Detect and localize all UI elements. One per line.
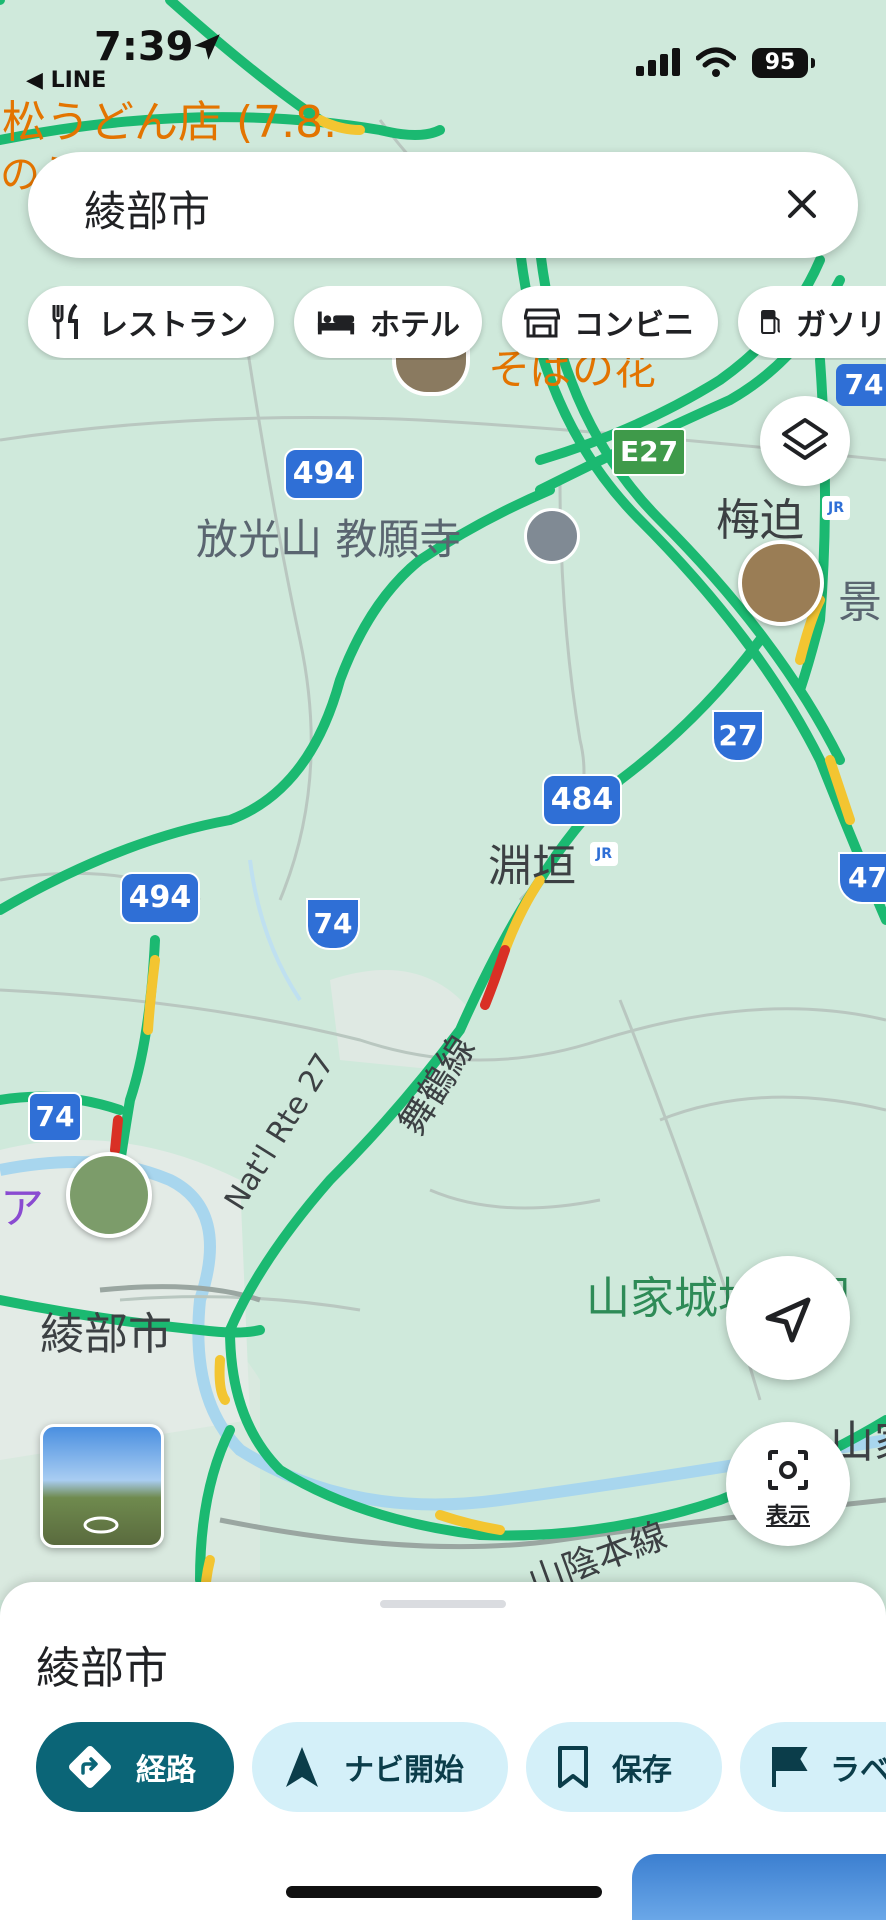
- camera-lens-icon: [768, 1450, 808, 1490]
- battery-indicator: 95: [752, 48, 815, 78]
- convenience-store-icon: [524, 308, 560, 338]
- route-shield-494: 494: [120, 872, 200, 924]
- temple-label[interactable]: 放光山 教願寺: [196, 506, 461, 567]
- location-arrow-icon: [194, 34, 220, 60]
- map-layers-button[interactable]: [760, 396, 850, 486]
- street-view-thumbnail[interactable]: [40, 1424, 164, 1548]
- lens-show-button[interactable]: 表示: [726, 1422, 850, 1546]
- search-bar[interactable]: 綾部市: [28, 152, 858, 258]
- chip-label: レストラン: [98, 308, 248, 343]
- rotate-360-icon: [83, 1516, 119, 1534]
- chip-label: ガソリン: [796, 308, 886, 343]
- hotel-icon: [317, 311, 355, 335]
- poi-photo-pin[interactable]: [66, 1152, 152, 1238]
- category-chips: レストラン ホテル コンビニ ガソリン: [0, 286, 886, 360]
- search-input[interactable]: 綾部市: [84, 178, 210, 239]
- flag-icon: [772, 1747, 808, 1787]
- route-shield-478: 478: [838, 852, 886, 904]
- route-shield-494: 494: [284, 448, 364, 500]
- label-button[interactable]: ラベル: [740, 1722, 886, 1812]
- route-shield-74: 74: [28, 1092, 82, 1142]
- start-navigation-button[interactable]: ナビ開始: [252, 1722, 508, 1812]
- city-label-ayabe[interactable]: 綾部市: [40, 1298, 172, 1362]
- map-label-partial: 松うどん店 (7.8.: [2, 97, 338, 148]
- chip-hotel[interactable]: ホテル: [294, 286, 482, 358]
- chip-label: ホテル: [370, 308, 460, 343]
- jr-station-icon: JR: [822, 496, 850, 520]
- wifi-icon: [696, 47, 736, 77]
- label-label: ラベル: [830, 1753, 886, 1788]
- show-button-label: 表示: [765, 1504, 810, 1529]
- location-arrow-icon: [765, 1297, 811, 1343]
- chip-convenience-store[interactable]: コンビニ: [502, 286, 718, 358]
- route-shield-74: 74: [306, 898, 360, 950]
- navigation-arrow-icon: [286, 1747, 318, 1787]
- route-shield-27: 27: [712, 710, 764, 762]
- status-time: 7:39: [94, 24, 194, 70]
- chip-restaurant[interactable]: レストラン: [28, 286, 274, 358]
- home-indicator: [286, 1886, 602, 1898]
- place-label-a: ア: [0, 1183, 44, 1234]
- directions-icon: [69, 1746, 111, 1788]
- directions-label: 経路: [136, 1753, 196, 1788]
- close-icon[interactable]: [774, 176, 830, 232]
- save-label: 保存: [612, 1753, 672, 1788]
- place-title: 綾部市: [36, 1643, 168, 1694]
- bookmark-icon: [558, 1746, 588, 1788]
- temple-icon[interactable]: [524, 508, 580, 564]
- poi-photo-pin[interactable]: [738, 540, 824, 626]
- my-location-button[interactable]: [726, 1256, 850, 1380]
- place-label-fuchigaki[interactable]: 淵垣: [488, 830, 576, 894]
- place-label-kei[interactable]: 景: [838, 566, 882, 630]
- chip-label: コンビニ: [574, 308, 694, 343]
- chip-gas-station[interactable]: ガソリン: [738, 286, 886, 358]
- sheet-drag-handle[interactable]: [380, 1600, 506, 1608]
- route-shield-74: 74: [836, 364, 886, 406]
- photo-preview[interactable]: [632, 1854, 886, 1920]
- gas-station-icon: [761, 309, 781, 335]
- restaurant-icon: [52, 303, 78, 339]
- action-buttons: 経路 ナビ開始 保存 ラベル: [0, 1722, 886, 1816]
- jr-station-icon: JR: [590, 842, 618, 866]
- cellular-signal-icon: [636, 48, 680, 76]
- layers-icon: [782, 418, 828, 460]
- place-label-umesako[interactable]: 梅迫: [716, 484, 804, 548]
- route-shield-e27: E27: [612, 428, 686, 476]
- route-shield-484: 484: [542, 774, 622, 826]
- start-navigation-label: ナビ開始: [344, 1753, 464, 1788]
- directions-button[interactable]: 経路: [36, 1722, 234, 1812]
- save-button[interactable]: 保存: [526, 1722, 722, 1812]
